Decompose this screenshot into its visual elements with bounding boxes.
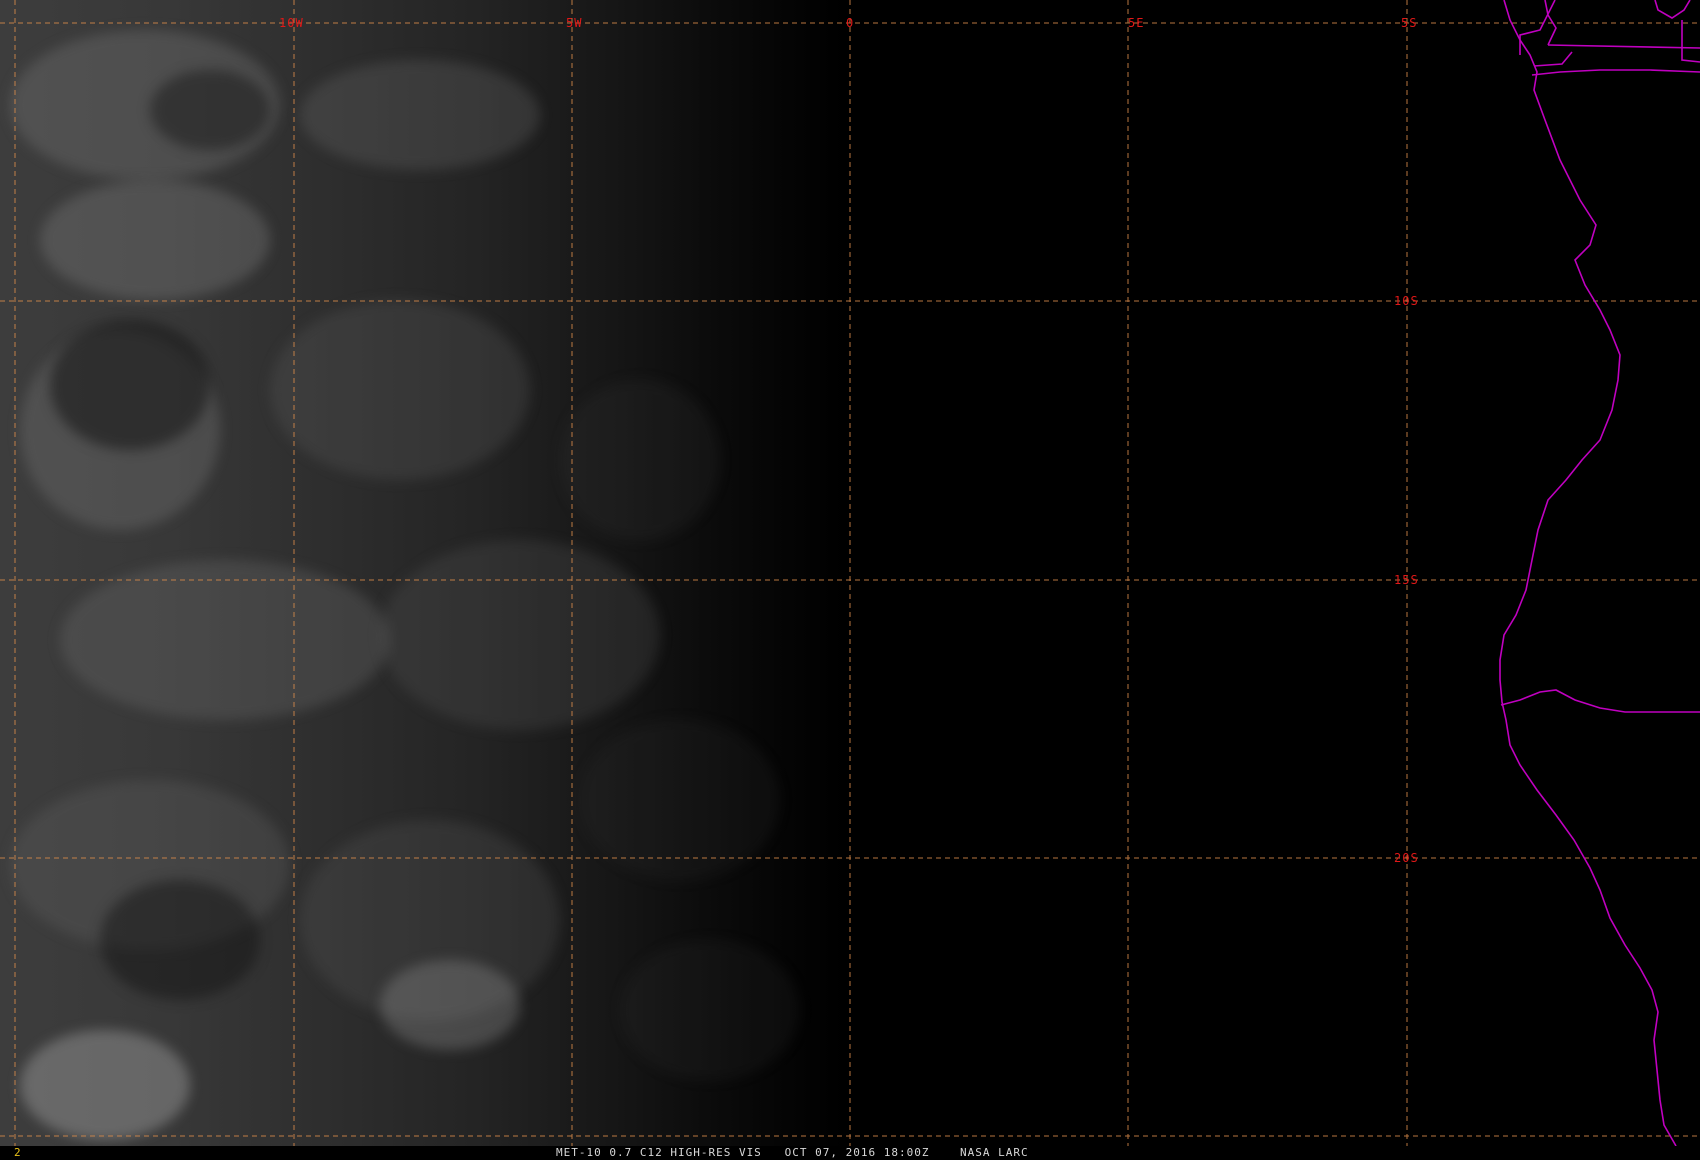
longitude-label: 10W [279, 16, 304, 30]
border-drc-angola [1531, 69, 1700, 76]
longitude-label: 5E [1128, 16, 1144, 30]
latitude-label: 20S [1394, 851, 1419, 865]
border-congo [1654, 0, 1691, 19]
latitude-label: 10S [1394, 294, 1419, 308]
longitude-label: 5W [566, 16, 582, 30]
map-overlay: 10W 5W 0 5E 5S 10S 15S 20S [0, 0, 1700, 1146]
latitude-label: 15S [1394, 573, 1419, 587]
image-caption-bar: 2 MET-10 0.7 C12 HIGH-RES VIS OCT 07, 20… [0, 1146, 1700, 1160]
lat-lon-grid [0, 0, 1700, 1146]
longitude-label: 0 [846, 16, 854, 30]
border-east-segment [1547, 44, 1700, 49]
latitude-label: 5S [1401, 16, 1417, 30]
coastline-borders [1499, 0, 1700, 1146]
grid-labels: 10W 5W 0 5E 5S 10S 15S 20S [279, 16, 1419, 865]
border-cabinda-south [1533, 51, 1573, 67]
border-east [1681, 20, 1700, 63]
image-caption: MET-10 0.7 C12 HIGH-RES VIS OCT 07, 2016… [556, 1146, 1029, 1159]
satellite-viewer: 10W 5W 0 5E 5S 10S 15S 20S 2 MET-10 0.7 … [0, 0, 1700, 1160]
frame-number: 2 [14, 1146, 21, 1159]
africa-coastline [1499, 0, 1677, 1146]
border-angola-namibia [1500, 689, 1700, 713]
